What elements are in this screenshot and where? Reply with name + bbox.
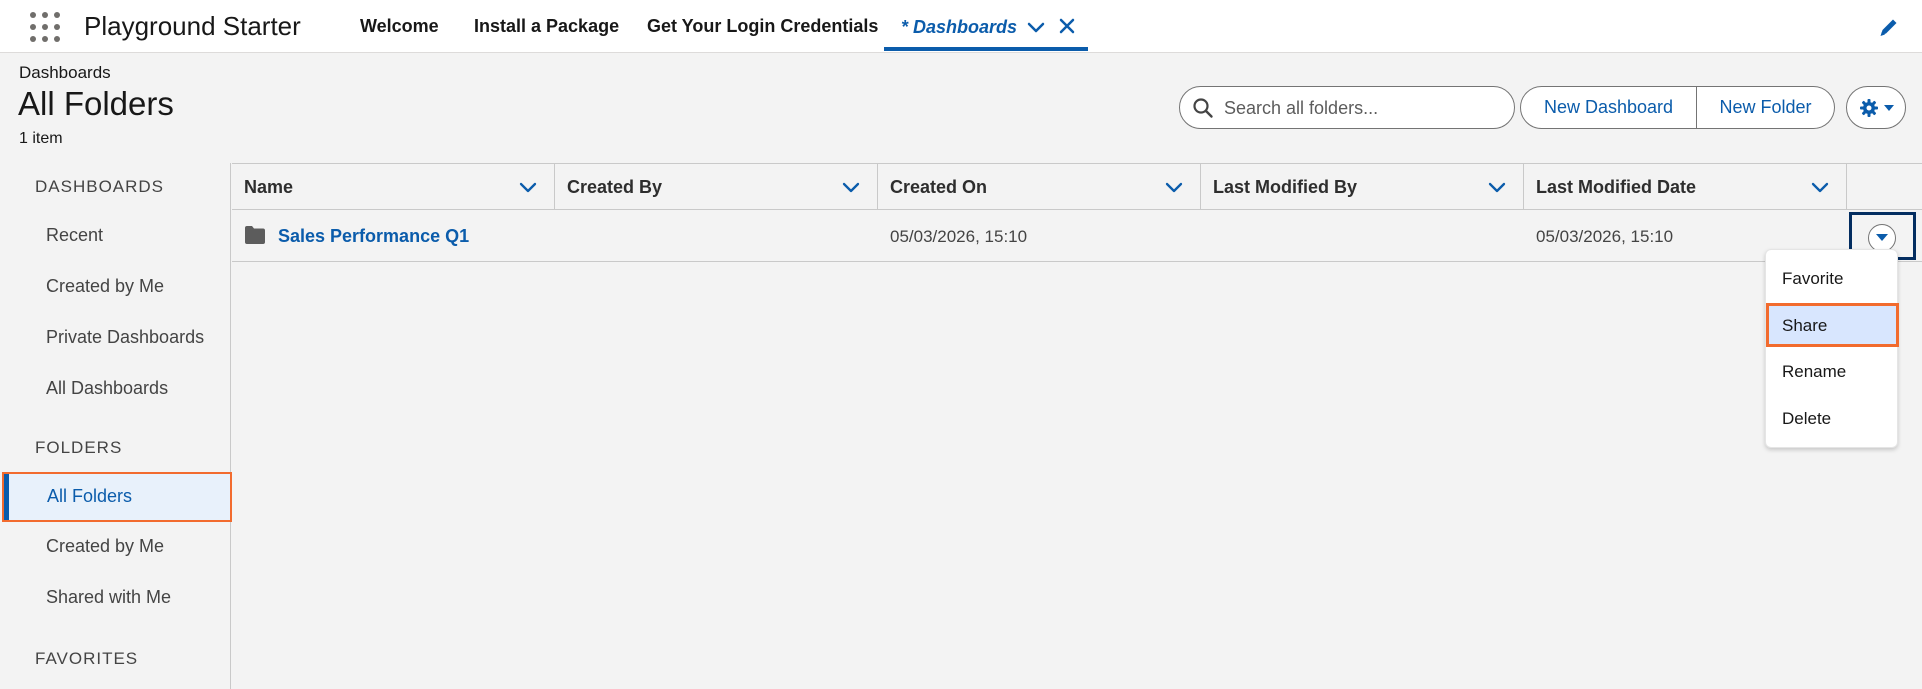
sidebar: DASHBOARDS Recent Created by Me Private … bbox=[0, 163, 232, 689]
column-header-name[interactable]: Name bbox=[232, 164, 555, 210]
table-row: Sales Performance Q1 05/03/2026, 15:10 0… bbox=[232, 210, 1922, 262]
global-header: Playground Starter Welcome Install a Pac… bbox=[0, 0, 1922, 53]
breadcrumb[interactable]: Dashboards bbox=[19, 63, 111, 83]
chevron-down-icon[interactable] bbox=[1810, 177, 1830, 197]
new-dashboard-button[interactable]: New Dashboard bbox=[1520, 86, 1697, 129]
menu-item-favorite[interactable]: Favorite bbox=[1766, 257, 1899, 301]
chevron-down-icon[interactable] bbox=[518, 177, 538, 197]
new-folder-button[interactable]: New Folder bbox=[1697, 86, 1835, 129]
settings-menu-button[interactable] bbox=[1846, 86, 1906, 129]
menu-item-delete-label: Delete bbox=[1782, 409, 1832, 428]
search-icon bbox=[1193, 98, 1213, 118]
column-header-name-label: Name bbox=[244, 177, 294, 197]
folder-icon bbox=[245, 226, 265, 244]
column-header-last-modified-by[interactable]: Last Modified By bbox=[1201, 164, 1524, 210]
chevron-down-icon[interactable] bbox=[1164, 177, 1184, 197]
header-button-group: New Dashboard New Folder bbox=[1520, 86, 1835, 129]
app-launcher-icon[interactable] bbox=[30, 12, 60, 42]
sidebar-item-shared-with-me[interactable]: Shared with Me bbox=[46, 587, 171, 608]
menu-item-share[interactable]: Share bbox=[1766, 303, 1899, 347]
column-header-last-modified-date-label: Last Modified Date bbox=[1536, 177, 1697, 197]
nav-item-install-package[interactable]: Install a Package bbox=[474, 16, 619, 37]
sidebar-item-all-folders[interactable]: All Folders bbox=[2, 472, 232, 522]
chevron-down-icon[interactable] bbox=[841, 177, 861, 197]
chevron-down-icon[interactable] bbox=[1025, 16, 1047, 38]
folders-table: Name Created By Created On Last Modified… bbox=[232, 163, 1922, 689]
nav-item-welcome[interactable]: Welcome bbox=[360, 16, 439, 37]
sidebar-item-all-dashboards[interactable]: All Dashboards bbox=[46, 378, 168, 399]
column-header-created-by[interactable]: Created By bbox=[555, 164, 878, 210]
tab-dashboards[interactable]: * Dashboards bbox=[884, 0, 1088, 51]
caret-down-icon bbox=[1876, 234, 1888, 241]
close-icon[interactable] bbox=[1056, 15, 1078, 37]
column-header-created-by-label: Created By bbox=[567, 177, 663, 197]
menu-item-rename-label: Rename bbox=[1782, 362, 1847, 381]
chevron-down-icon[interactable] bbox=[1487, 177, 1507, 197]
sidebar-section-favorites: FAVORITES bbox=[35, 649, 139, 668]
folder-name-link[interactable]: Sales Performance Q1 bbox=[278, 226, 469, 247]
column-header-last-modified-date[interactable]: Last Modified Date bbox=[1524, 164, 1847, 210]
sidebar-item-created-by-me[interactable]: Created by Me bbox=[46, 276, 164, 297]
menu-item-delete[interactable]: Delete bbox=[1766, 397, 1899, 441]
gear-icon bbox=[1860, 99, 1878, 117]
nav-item-login-credentials[interactable]: Get Your Login Credentials bbox=[647, 16, 878, 37]
sidebar-item-private-dashboards[interactable]: Private Dashboards bbox=[46, 327, 204, 348]
row-actions-circle bbox=[1868, 224, 1896, 252]
item-count: 1 item bbox=[19, 130, 63, 147]
app-name: Playground Starter bbox=[84, 11, 301, 41]
sidebar-section-dashboards: DASHBOARDS bbox=[35, 177, 165, 196]
search-input[interactable] bbox=[1224, 95, 1504, 121]
cell-last-modified-date: 05/03/2026, 15:10 bbox=[1536, 227, 1674, 246]
column-header-last-modified-by-label: Last Modified By bbox=[1213, 177, 1358, 197]
column-header-created-on[interactable]: Created On bbox=[878, 164, 1201, 210]
cell-created-on: 05/03/2026, 15:10 bbox=[890, 227, 1028, 246]
page-title: All Folders bbox=[18, 85, 174, 122]
search-folders-box[interactable] bbox=[1179, 86, 1515, 129]
menu-item-share-label: Share bbox=[1782, 316, 1828, 335]
table-header: Name Created By Created On Last Modified… bbox=[232, 164, 1922, 210]
sidebar-item-all-folders-label: All Folders bbox=[47, 486, 133, 506]
menu-item-favorite-label: Favorite bbox=[1782, 269, 1844, 288]
sidebar-item-recent[interactable]: Recent bbox=[46, 225, 103, 246]
row-actions-menu: Favorite Share Rename Delete bbox=[1765, 249, 1899, 448]
sidebar-item-folders-created-by-me[interactable]: Created by Me bbox=[46, 536, 164, 557]
sidebar-section-folders: FOLDERS bbox=[35, 438, 123, 457]
column-header-created-on-label: Created On bbox=[890, 177, 988, 197]
caret-down-icon bbox=[1884, 105, 1894, 111]
menu-item-rename[interactable]: Rename bbox=[1766, 350, 1899, 394]
tab-dashboards-label: * Dashboards bbox=[901, 17, 1018, 37]
edit-pencil-icon[interactable] bbox=[1878, 16, 1900, 38]
